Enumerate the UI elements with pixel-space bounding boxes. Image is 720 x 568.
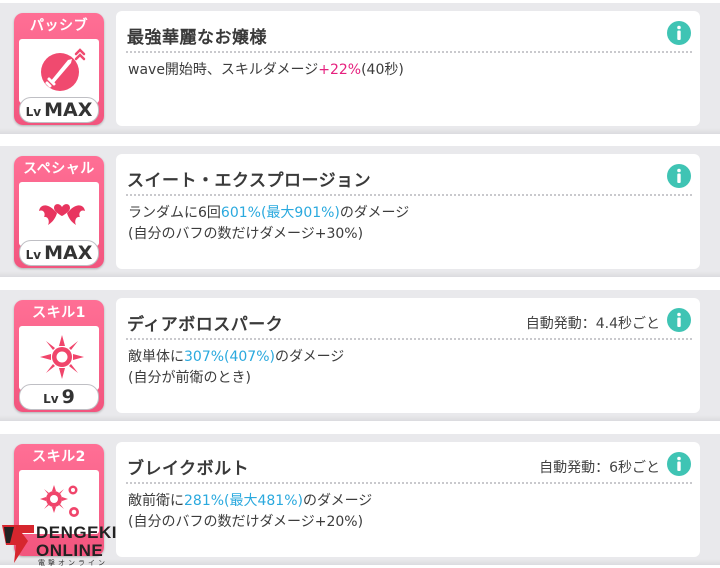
skill-description-line1: wave開始時、スキルダメージ+22%(40秒)	[128, 60, 404, 80]
skill-description-line2: (自分のバフの数だけダメージ+20%)	[128, 512, 363, 532]
desc-text: (自分が前衛のとき)	[128, 370, 251, 386]
sword-attack-up-icon	[41, 48, 86, 91]
desc-text: wave開始時、スキルダメージ	[128, 62, 319, 78]
badge-label: スキル1	[32, 305, 86, 321]
skill-card: スイート・エクスプロージョン ランダムに6回601%(最大901%)のダメージ …	[116, 154, 700, 269]
skill-card: ディアボロスパーク 自動発動：4.4秒ごと 敵単体に307%(407%)のダメー…	[116, 298, 700, 413]
skill-description-line1: 敵単体に307%(407%)のダメージ	[128, 347, 344, 367]
skill-name: スイート・エクスプロージョン	[127, 171, 372, 191]
desc-text: 敵前衛に	[128, 493, 184, 509]
skill-row-passive: パッシブ Lv MAX 最強華麗なお嬢様 wave開始時、スキルダメージ+22%(…	[0, 3, 720, 134]
sun-burst-icon	[40, 335, 84, 379]
lightning-logo-icon	[2, 525, 34, 563]
skill-row-special: スペシャル Lv MAX スイート・エクスプロージョン ランダムに6回601%(最…	[0, 146, 720, 277]
level-pill: Lv 9	[19, 384, 99, 410]
logo-line3: 電撃オンライン	[38, 559, 108, 567]
desc-text: のダメージ	[274, 349, 345, 365]
multi-burst-icon	[40, 485, 79, 517]
level-prefix: Lv	[43, 392, 59, 406]
skill-row-skill1: スキル1 Lv 9 ディアボロスパーク 自動発動：4.4秒ごと 敵単体に307%…	[0, 290, 720, 421]
skill-card: 最強華麗なお嬢様 wave開始時、スキルダメージ+22%(40秒)	[116, 11, 700, 126]
badge-icon-frame	[19, 39, 99, 103]
desc-text: 敵単体に	[128, 349, 184, 365]
skill-badge[interactable]: スキル1 Lv 9	[14, 300, 106, 414]
level-value: 9	[61, 386, 75, 408]
skill-description-line2: (自分が前衛のとき)	[128, 368, 251, 388]
desc-text: (自分のバフの数だけダメージ+20%)	[128, 514, 364, 530]
skill-badge[interactable]: パッシブ Lv MAX	[14, 13, 106, 127]
level-pill: Lv MAX	[19, 97, 99, 123]
skill-name: 最強華麗なお嬢様	[127, 28, 267, 48]
divider	[126, 51, 692, 53]
skill-description-line1: ランダムに6回601%(最大901%)のダメージ	[128, 203, 409, 223]
desc-text: のダメージ	[339, 205, 410, 221]
info-icon[interactable]	[666, 163, 692, 189]
badge-label: スキル2	[32, 449, 86, 465]
info-icon[interactable]	[666, 451, 692, 477]
divider	[126, 338, 692, 340]
skill-card: ブレイクボルト 自動発動：6秒ごと 敵前衛に281%(最大481%)のダメージ …	[116, 442, 700, 557]
desc-text: (40秒)	[361, 62, 404, 78]
row-shadow	[0, 271, 720, 277]
level-value: MAX	[44, 242, 93, 264]
level-prefix: Lv	[25, 248, 42, 262]
skill-description-line1: 敵前衛に281%(最大481%)のダメージ	[128, 491, 372, 511]
desc-highlight: +22%	[318, 62, 362, 78]
row-shadow	[0, 128, 720, 134]
desc-text: ランダムに6回	[128, 205, 221, 221]
level-prefix: Lv	[25, 105, 42, 119]
desc-highlight: 601%(最大901%)	[220, 205, 340, 221]
skill-description-line2: (自分のバフの数だけダメージ+30%)	[128, 224, 363, 244]
dengeki-online-logo: DENGEKI ONLINE 電撃オンライン	[0, 523, 130, 567]
desc-highlight: 307%(407%)	[184, 349, 275, 365]
desc-highlight: 281%(最大481%)	[184, 493, 303, 509]
skill-name: ディアボロスパーク	[127, 315, 284, 335]
info-icon[interactable]	[666, 20, 692, 46]
skill-name: ブレイクボルト	[127, 459, 250, 479]
badge-label: パッシブ	[30, 18, 88, 34]
auto-activation-label: 自動発動：6秒ごと	[539, 460, 660, 476]
divider	[126, 482, 692, 484]
info-icon[interactable]	[666, 307, 692, 333]
heart-wings-icon	[39, 204, 85, 225]
badge-icon-frame	[19, 182, 99, 246]
divider	[126, 194, 692, 196]
level-pill: Lv MAX	[19, 240, 99, 266]
desc-text: のダメージ	[302, 493, 373, 509]
badge-label: スペシャル	[23, 161, 95, 177]
logo-line1: DENGEKI	[36, 523, 117, 542]
desc-text: (自分のバフの数だけダメージ+30%)	[128, 226, 364, 242]
auto-activation-label: 自動発動：4.4秒ごと	[525, 316, 660, 332]
badge-icon-frame	[19, 326, 99, 390]
row-shadow	[0, 415, 720, 421]
skill-badge[interactable]: スペシャル Lv MAX	[14, 156, 106, 270]
level-value: MAX	[44, 99, 93, 121]
